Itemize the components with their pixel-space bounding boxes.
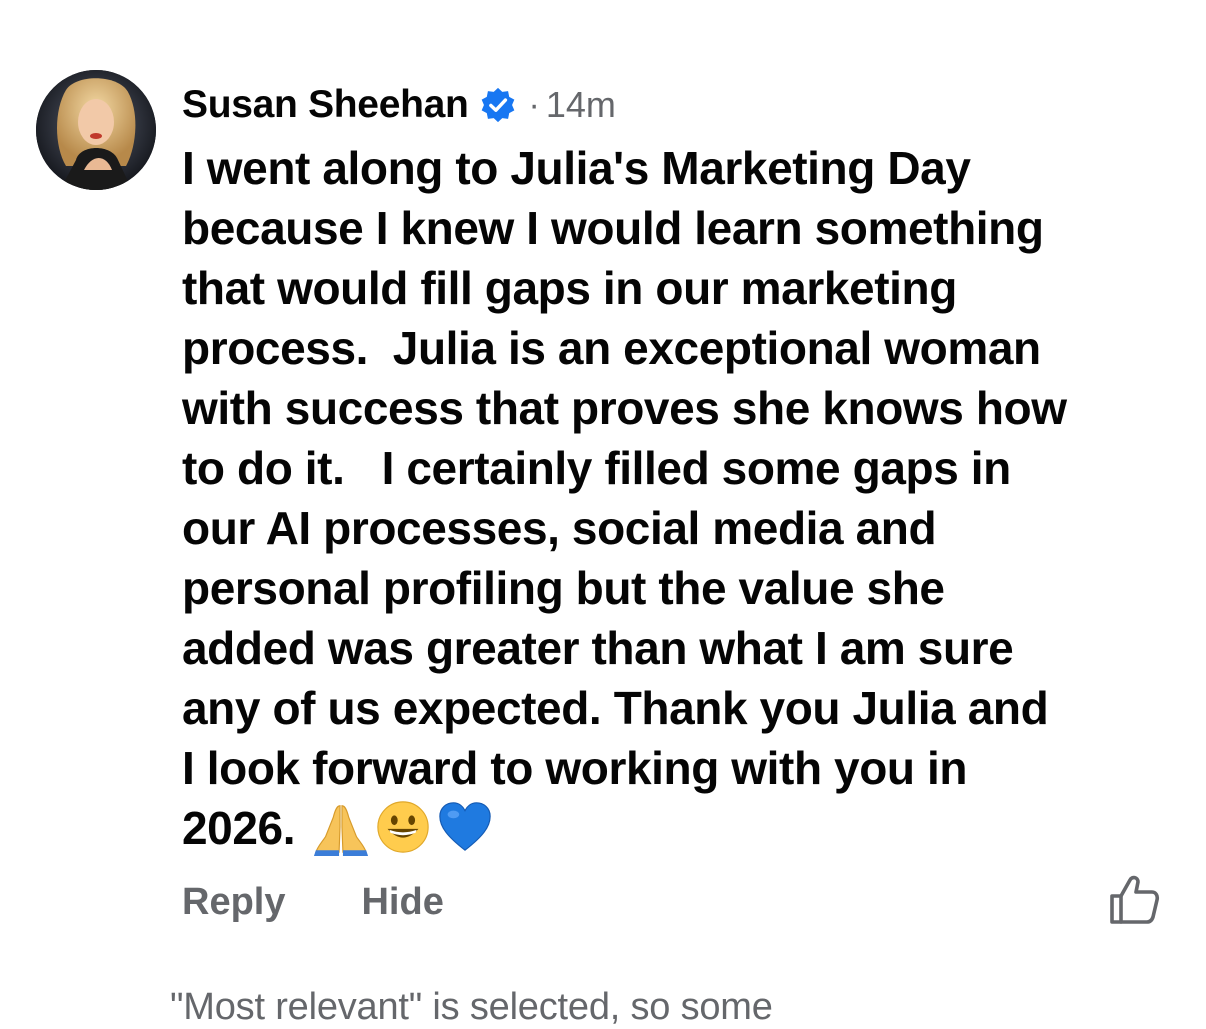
- comment-line: I look forward to working with you in: [182, 742, 968, 794]
- comment-line: because I knew I would learn something: [182, 202, 1044, 254]
- comment-line: any of us expected. Thank you Julia and: [182, 682, 1049, 734]
- sort-notice: "Most relevant" is selected, so some: [170, 986, 773, 1028]
- time-separator: ·: [528, 85, 540, 124]
- comment-line: I went along to Julia's Marketing Day: [182, 142, 971, 194]
- comment-line: our AI processes, social media and: [182, 502, 937, 554]
- author-name[interactable]: Susan Sheehan: [182, 83, 469, 127]
- verified-badge-icon: [481, 87, 514, 123]
- comment-line: personal profiling but the value she: [182, 562, 945, 614]
- comment-header: Susan Sheehan · 14m: [182, 80, 616, 130]
- avatar-photo: [36, 70, 156, 190]
- blue-heart-emoji: [438, 802, 491, 851]
- comment-line: added was greater than what I am sure: [182, 622, 1014, 674]
- comment-line: that would fill gaps in our marketing: [182, 262, 957, 314]
- comment-line: to do it. I certainly filled some gaps i…: [182, 442, 1011, 494]
- comment-body: I went along to Julia's Marketing Day be…: [182, 138, 1182, 858]
- hide-button[interactable]: Hide: [361, 881, 443, 924]
- comment-actions: Reply Hide: [182, 876, 444, 928]
- comment: Susan Sheehan · 14m I went along to Juli…: [0, 0, 1206, 1028]
- comment-line: process. Julia is an exceptional woman: [182, 322, 1041, 374]
- praying-hands-emoji: [313, 805, 368, 856]
- comment-line: with success that proves she knows how: [182, 382, 1067, 434]
- reply-button[interactable]: Reply: [182, 881, 285, 924]
- avatar[interactable]: [36, 70, 156, 190]
- comment-timestamp[interactable]: 14m: [546, 84, 616, 126]
- thumbs-up-icon[interactable]: [1106, 872, 1162, 928]
- comment-line: 2026.: [182, 802, 308, 854]
- grinning-face-emoji: [376, 801, 429, 853]
